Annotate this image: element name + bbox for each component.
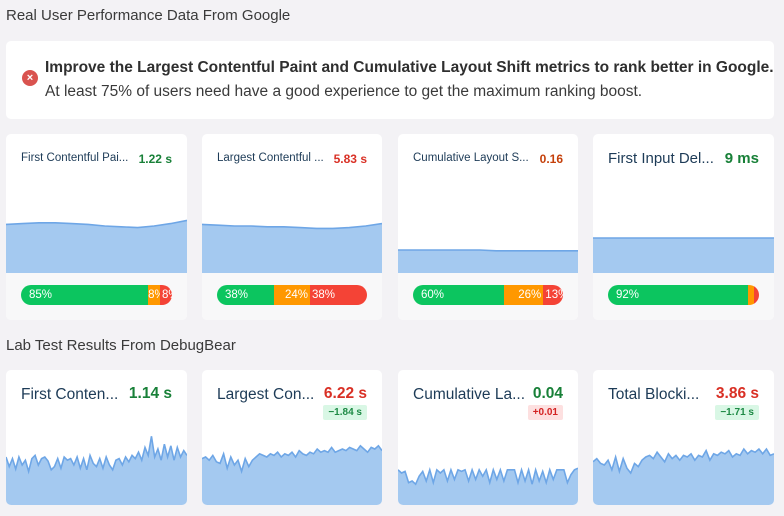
distribution-segment-good: 85%: [21, 285, 149, 305]
sparkline-chart: [202, 425, 382, 505]
alert-text: At least 75% of users need have a good e…: [45, 83, 643, 100]
sparkline-chart: [593, 425, 774, 505]
distribution-segment-poor: 13%: [543, 285, 563, 305]
distribution-segment-good: 92%: [608, 285, 749, 305]
metric-value: 0.16: [539, 152, 563, 166]
metric-name: Largest Con...: [217, 386, 315, 403]
distribution-segment-good: 60%: [413, 285, 504, 305]
crux-card-fcp[interactable]: First Contentful Pai... 1.22 s 85%8%8%: [6, 134, 187, 320]
distribution-segment-good: 38%: [217, 285, 274, 305]
distribution-bar: 60%26%13%: [413, 285, 563, 305]
lab-card-tbt[interactable]: Total Blocki... 3.86 s −1.71 s: [593, 370, 774, 505]
distribution-segment-needs-improvement: 26%: [503, 285, 544, 305]
sparkline-chart: [202, 194, 382, 274]
sparkline-area: [398, 250, 578, 274]
lab-card-fcp[interactable]: First Conten... 1.14 s: [6, 370, 187, 505]
sparkline-chart: [6, 425, 187, 505]
distribution-segment-poor: [754, 285, 759, 305]
sparkline-area: [202, 223, 382, 274]
sparkline-line: [398, 250, 578, 251]
metric-value: 1.22 s: [138, 152, 172, 166]
metric-name: Cumulative Layout S...: [413, 152, 529, 164]
distribution-footer: 60%26%13%: [398, 273, 578, 320]
metric-value: 6.22 s: [323, 385, 367, 402]
distribution-bar: 92%: [608, 285, 759, 305]
metric-name: Largest Contentful ...: [217, 152, 324, 164]
metric-name: First Contentful Pai...: [21, 152, 129, 164]
ranking-alert: × Improve the Largest Contentful Paint a…: [6, 41, 774, 119]
metric-value: 5.83 s: [333, 152, 367, 166]
distribution-footer: 38% 24% 38%: [202, 273, 382, 320]
sparkline-area: [6, 220, 187, 274]
metric-value: 0.04: [532, 385, 563, 402]
sparkline-area: [6, 436, 187, 505]
distribution-segment-needs-improvement: 24%: [274, 285, 310, 305]
sparkline-area: [593, 238, 774, 274]
alert-title: Improve the Largest Contentful Paint and…: [45, 59, 774, 76]
metric-name: First Input Del...: [608, 150, 714, 167]
sparkline-area: [202, 445, 382, 505]
metric-name: Cumulative La...: [413, 386, 525, 403]
error-x-icon: ×: [22, 70, 38, 86]
sparkline-chart: [398, 425, 578, 505]
distribution-segment-poor: 8%: [160, 285, 172, 305]
lab-card-cls[interactable]: Cumulative La... 0.04 +0.01: [398, 370, 578, 505]
distribution-footer: 85%8%8%: [6, 273, 187, 320]
metric-delta-badge: −1.84 s: [323, 405, 367, 420]
crux-section-title: Real User Performance Data From Google: [6, 7, 291, 24]
metric-name: First Conten...: [21, 386, 119, 403]
lab-section-title: Lab Test Results From DebugBear: [6, 337, 236, 354]
distribution-footer: 92%: [593, 273, 774, 320]
sparkline-chart: [398, 194, 578, 274]
sparkline-chart: [6, 194, 187, 274]
distribution-bar: 38% 24% 38%: [217, 285, 367, 305]
metric-value: 1.14 s: [128, 385, 172, 402]
metric-value: 3.86 s: [715, 385, 759, 402]
distribution-bar: 85%8%8%: [21, 285, 172, 305]
crux-card-lcp[interactable]: Largest Contentful ... 5.83 s 38% 24% 38%: [202, 134, 382, 320]
sparkline-area: [593, 449, 774, 505]
distribution-segment-needs-improvement: 8%: [148, 285, 161, 305]
metric-name: Total Blocki...: [608, 386, 700, 403]
distribution-segment-poor: 38%: [310, 285, 367, 305]
metric-value: 9 ms: [724, 150, 759, 167]
metric-delta-badge: +0.01: [527, 405, 563, 420]
sparkline-chart: [593, 194, 774, 274]
crux-card-fid[interactable]: First Input Del... 9 ms 92%: [593, 134, 774, 320]
crux-card-cls[interactable]: Cumulative Layout S... 0.16 60%26%13%: [398, 134, 578, 320]
lab-card-lcp[interactable]: Largest Con... 6.22 s −1.84 s: [202, 370, 382, 505]
metric-delta-badge: −1.71 s: [715, 405, 759, 420]
